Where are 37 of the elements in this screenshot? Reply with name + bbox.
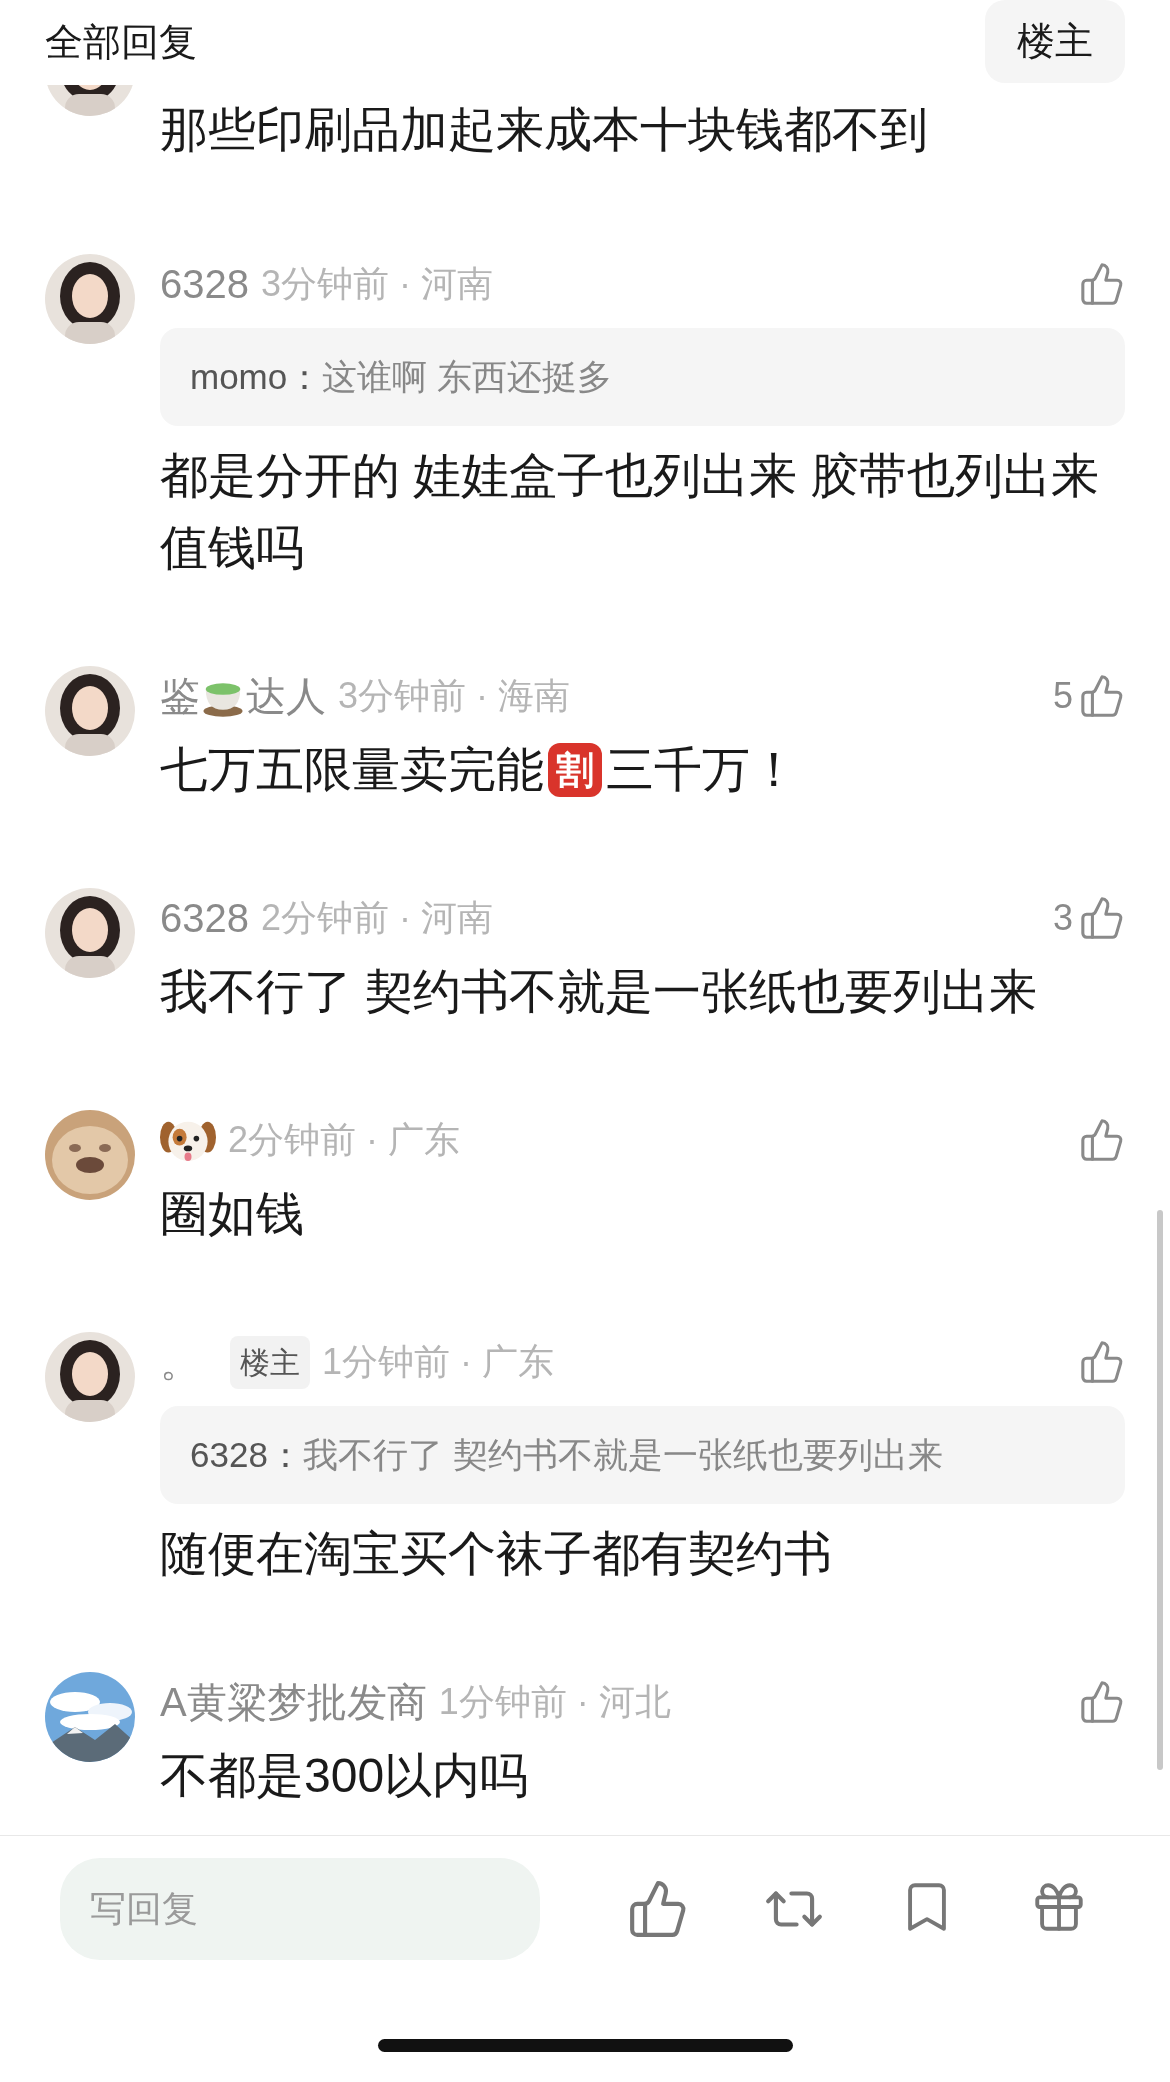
page-title: 全部回复 bbox=[45, 20, 197, 65]
user-name: 6328 bbox=[160, 898, 249, 938]
like-icon[interactable] bbox=[1079, 673, 1125, 719]
comment-meta: 2分钟前 · 广东 bbox=[228, 1118, 460, 1162]
quote-author: 6328： bbox=[190, 1433, 303, 1476]
comment-text: 都是分开的 娃娃盒子也列出来 胶带也列出来值钱吗 bbox=[160, 448, 1100, 576]
comment-meta: 1分钟前 · 河北 bbox=[438, 1680, 671, 1724]
like-icon[interactable] bbox=[1079, 1117, 1125, 1163]
like-icon[interactable] bbox=[1079, 1679, 1125, 1725]
user-name: A黄粱梦批发商 bbox=[160, 1682, 427, 1722]
comment-text: 那些印刷品加起来成本十块钱都不到 bbox=[160, 102, 929, 158]
comment-text: 我不行了 契约书不就是一张纸也要列出来 bbox=[160, 964, 1039, 1020]
emoji-badge: 割 bbox=[548, 743, 602, 797]
comment-meta: 2分钟前 · 河南 bbox=[261, 896, 493, 940]
user-name: 达人 bbox=[246, 676, 326, 716]
reply-field[interactable]: 写回复 bbox=[60, 1858, 540, 1960]
op-filter-button[interactable]: 楼主 bbox=[985, 0, 1125, 83]
like-count: 5 bbox=[1052, 674, 1073, 718]
like-icon[interactable] bbox=[1079, 261, 1125, 307]
comment-text: 圈如钱 bbox=[160, 1186, 305, 1242]
quote-text: 我不行了 契约书不就是一张纸也要列出来 bbox=[302, 1433, 943, 1476]
like-count: 3 bbox=[1052, 896, 1073, 940]
like-icon[interactable] bbox=[1079, 895, 1125, 941]
comment-text: 随便在淘宝买个袜子都有契约书 bbox=[160, 1526, 833, 1582]
user-name: 6328 bbox=[160, 264, 249, 304]
op-badge: 楼主 bbox=[230, 1335, 310, 1389]
like-icon[interactable] bbox=[1079, 1339, 1125, 1385]
user-name: 。 bbox=[160, 1342, 200, 1382]
comment-meta: 3分钟前 · 河南 bbox=[261, 262, 493, 306]
user-name: 鉴 bbox=[160, 676, 200, 716]
comment-text: 不都是300以内吗 bbox=[160, 1748, 530, 1804]
quote-author: momo： bbox=[190, 355, 323, 398]
quote-text: 这谁啊 东西还挺多 bbox=[322, 355, 612, 398]
comment-text: 七万五限量卖完能 bbox=[160, 742, 544, 798]
comment-meta: 3分钟前 · 海南 bbox=[338, 674, 570, 718]
comment-text: 三千万！ bbox=[606, 742, 798, 798]
comment-meta: 1分钟前 · 广东 bbox=[322, 1340, 554, 1384]
